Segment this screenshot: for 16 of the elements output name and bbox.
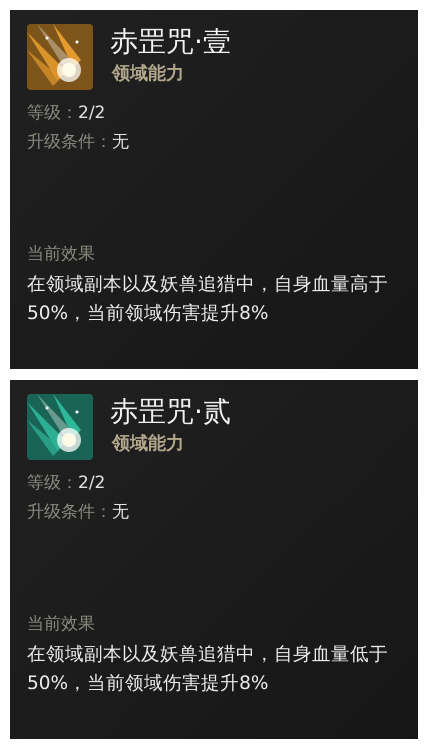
stat-label: 等级： [27, 473, 78, 493]
skill-title: 赤罡咒·贰 [110, 394, 231, 430]
effect-heading: 当前效果 [27, 613, 96, 636]
stat-label: 升级条件： [27, 132, 112, 152]
stat-value: 无 [112, 502, 129, 522]
stat-value: 2/2 [78, 473, 106, 493]
stat-value: 2/2 [78, 103, 106, 123]
stat-label: 等级： [27, 103, 78, 123]
skill-category: 领域能力 [110, 62, 185, 86]
skill-category: 领域能力 [110, 432, 185, 456]
effect-description: 在领域副本以及妖兽追猎中，自身血量低于50%，当前领域伤害提升8% [27, 643, 389, 696]
effect-heading: 当前效果 [27, 243, 96, 266]
skill-title: 赤罡咒·壹 [110, 24, 231, 60]
stat-label: 升级条件： [27, 502, 112, 522]
stat-value: 无 [112, 132, 129, 152]
effect-description: 在领域副本以及妖兽追猎中，自身血量高于50%，当前领域伤害提升8% [27, 273, 389, 326]
